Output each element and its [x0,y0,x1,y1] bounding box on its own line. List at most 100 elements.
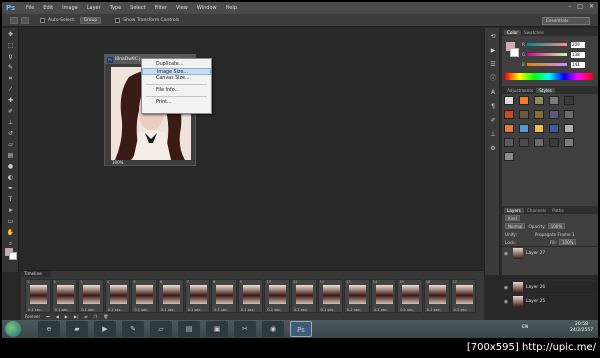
delete-frame-icon[interactable]: 🗑 [103,314,108,319]
frame-delay-dropdown[interactable]: 0.1 sec. [321,308,335,312]
folder-icon[interactable]: ▰ [66,321,88,337]
layer-kind-dropdown[interactable]: Kind [505,215,520,221]
green-slider-track[interactable] [527,53,567,56]
computer-icon[interactable]: ▣ [206,321,228,337]
blend-mode-dropdown[interactable]: Normal [505,223,526,229]
style-swatch[interactable] [504,152,514,161]
menu-layer[interactable]: Layer [87,5,101,11]
auto-select-dropdown[interactable]: Group [79,16,102,24]
menu-item-duplicate[interactable]: Duplicate... [142,61,211,68]
timeline-frame[interactable]: 8 0.1 sec. [211,279,237,313]
history-brush-tool-icon[interactable]: ↺ [5,129,16,138]
crop-tool-icon[interactable]: ⌗ [5,74,16,83]
frame-delay-dropdown[interactable]: 0.1 sec. [267,308,281,312]
menu-edit[interactable]: Edit [43,5,53,11]
timeline-frame[interactable]: 9 0.1 sec. [237,279,264,313]
dodge-tool-icon[interactable]: ◐ [5,173,16,182]
paragraph-icon[interactable]: ¶ [488,102,498,112]
eraser-tool-icon[interactable]: ▱ [5,140,16,149]
layer-row[interactable]: ◉ Layer 26 [502,280,596,294]
show-transform-checkbox[interactable] [115,17,121,23]
timeline-frame[interactable]: 13 0.1 sec. [344,279,370,313]
frame-delay-dropdown[interactable]: 0.1 sec. [55,308,69,312]
layer-row[interactable]: ◉ Layer 25 [502,294,596,308]
path-select-tool-icon[interactable]: ➤ [5,206,16,215]
tool-presets-icon[interactable]: ⚙ [488,144,498,154]
eyedropper-tool-icon[interactable]: ⁄ [5,85,16,94]
move-tool-icon[interactable] [10,16,18,24]
blue-slider-track[interactable] [527,63,567,66]
quick-select-tool-icon[interactable]: ✎ [5,63,16,72]
notes-icon[interactable]: ▱ [150,321,172,337]
style-swatch[interactable] [534,124,544,133]
timeline-frame[interactable]: 15 0.1 sec. [397,279,423,313]
previous-frame-icon[interactable]: ◀ [56,314,59,319]
tab-swatches[interactable]: Swatches [521,30,547,35]
first-frame-icon[interactable]: ⏮ [46,314,50,319]
shape-tool-icon[interactable]: ▭ [5,217,16,226]
style-swatch[interactable] [534,110,544,119]
layer-row[interactable]: ◉ Layer 27 [502,246,598,260]
menu-item-image-size[interactable]: Image Size... [142,68,211,75]
clone-stamp-tool-icon[interactable]: ⊥ [5,118,16,127]
green-slider[interactable]: G 138 [522,51,592,58]
brush-tool-icon[interactable]: ✐ [5,107,16,116]
timeline-frame[interactable]: 1 0.1 sec. [25,279,51,313]
tool-preset-icon[interactable] [21,16,29,24]
style-swatch[interactable] [534,96,544,105]
document-icon[interactable]: ▤ [178,321,200,337]
style-swatch[interactable] [534,138,544,147]
type-tool-icon[interactable]: T [5,195,16,204]
background-color-swatch[interactable] [9,252,17,260]
hand-tool-icon[interactable]: ✋ [5,228,16,237]
duplicate-frame-icon[interactable]: ❐ [94,314,98,319]
visibility-eye-icon[interactable]: ◉ [502,299,510,305]
timeline-frame[interactable]: 16 0.1 sec. [423,279,450,313]
style-swatch[interactable] [549,110,559,119]
style-swatch[interactable] [549,124,559,133]
clone-source-icon[interactable]: ⊥ [488,130,498,140]
ie-icon[interactable]: e [38,321,60,337]
blur-tool-icon[interactable]: ● [5,162,16,171]
frame-delay-dropdown[interactable]: 0.1 sec. [28,308,42,312]
minimize-icon[interactable]: – [568,3,571,10]
style-swatch[interactable] [519,124,529,133]
frame-delay-dropdown[interactable]: 0.1 sec. [188,308,202,312]
menu-type[interactable]: Type [110,5,121,11]
style-swatch[interactable] [504,96,514,105]
menu-item-canvas-size[interactable]: Canvas Size... [142,75,211,82]
menu-item-file-info[interactable]: File Info... [142,87,211,94]
menu-view[interactable]: View [176,5,188,11]
frame-delay-dropdown[interactable]: 0.1 sec. [214,308,228,312]
style-swatch[interactable] [504,138,514,147]
info-icon[interactable]: ⓘ [488,74,498,84]
tab-layers[interactable]: Layers [504,207,524,213]
close-icon[interactable]: ✕ [589,3,594,10]
menu-help[interactable]: Help [226,5,237,11]
style-swatch[interactable] [504,110,514,119]
style-swatch[interactable] [549,138,559,147]
timeline-frame[interactable]: 14 0.1 sec. [370,279,397,313]
tab-adjustments[interactable]: Adjustments [504,88,536,93]
play-icon[interactable]: ▶ [65,314,68,319]
frame-delay-dropdown[interactable]: 0.1 sec. [347,308,361,312]
timeline-frame[interactable]: 3 0.1 sec. [78,279,104,313]
frame-delay-dropdown[interactable]: 0.1 sec. [400,308,414,312]
tab-styles[interactable]: Styles [536,87,555,93]
timeline-frame[interactable]: 17 0.1 sec. [450,279,477,313]
maximize-icon[interactable]: □ [577,3,583,10]
fill-field[interactable]: 100% [558,239,577,245]
language-indicator[interactable]: EN [522,325,528,330]
photoshop-taskbar-icon[interactable]: Ps [290,321,312,337]
style-swatch[interactable] [564,124,574,133]
tab-channels[interactable]: Channels [524,208,549,213]
frame-delay-dropdown[interactable]: 0.1 sec. [294,308,308,312]
frame-delay-dropdown[interactable]: 0.1 sec. [374,308,388,312]
actions-icon[interactable]: ▶ [488,46,498,56]
move-tool-icon[interactable]: ✥ [5,30,16,39]
timeline-frame[interactable]: 5 0.1 sec. [131,279,157,313]
opacity-field[interactable]: 100% [547,223,566,229]
style-swatch[interactable] [564,110,574,119]
loop-dropdown[interactable]: Forever [25,314,40,319]
gradient-tool-icon[interactable]: ▤ [5,151,16,160]
